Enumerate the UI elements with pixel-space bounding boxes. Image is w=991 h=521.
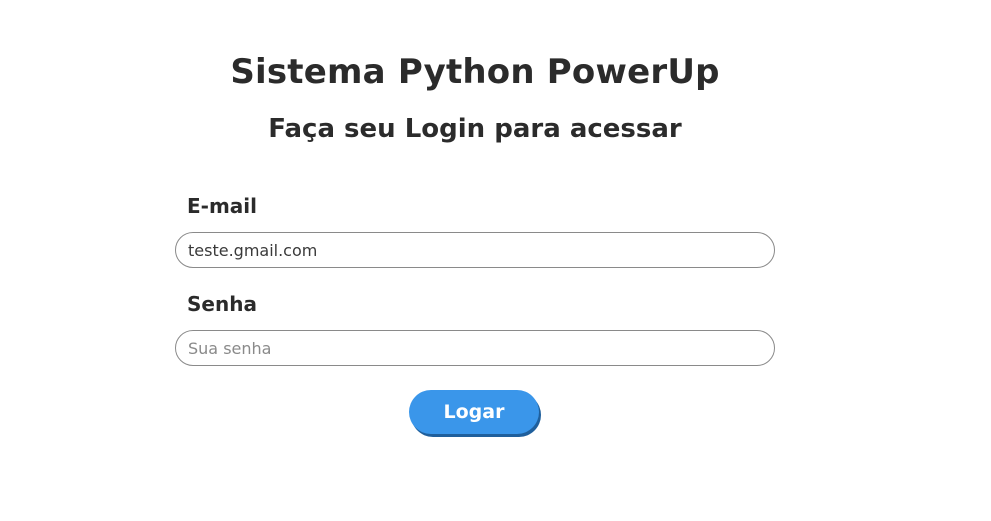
page-title: Sistema Python PowerUp [230,52,720,92]
login-page: Sistema Python PowerUp Faça seu Login pa… [0,0,991,521]
login-button[interactable]: Logar [409,390,539,434]
email-field[interactable] [175,232,775,268]
password-label: Senha [187,292,257,316]
email-label: E-mail [187,194,258,218]
page-subtitle: Faça seu Login para acessar [268,114,682,144]
password-field[interactable] [175,330,775,366]
